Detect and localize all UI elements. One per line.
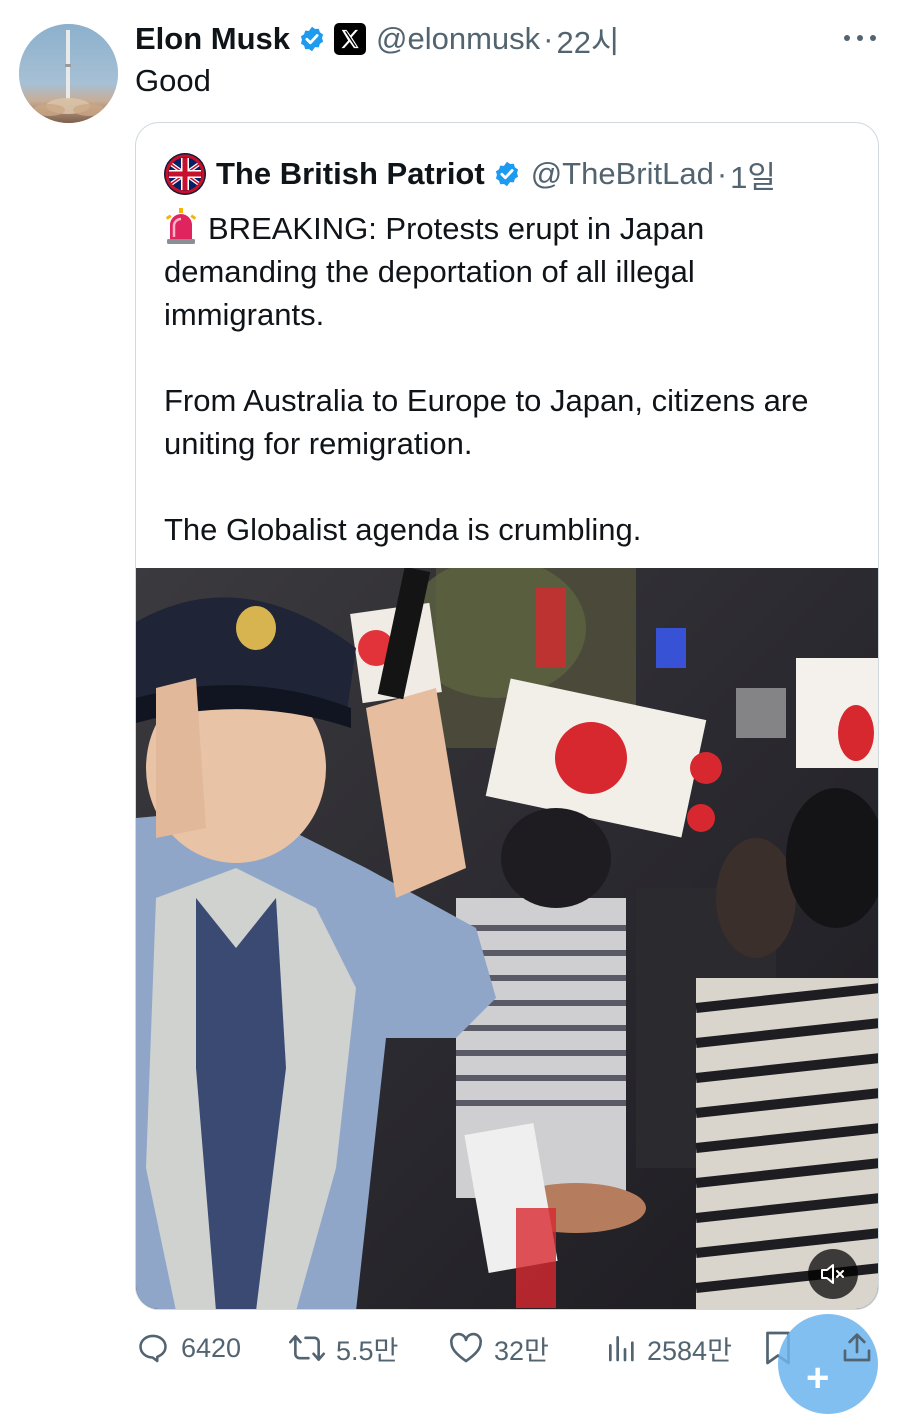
reply-icon [139,1334,167,1363]
quoted-paragraph: From Australia to Europe to Japan, citiz… [164,383,809,461]
more-dots-icon[interactable] [842,24,878,52]
verified-badge-icon [298,25,326,53]
quoted-tweet-time[interactable]: 1일 [730,152,776,197]
quoted-author-handle[interactable]: @TheBritLad [531,156,714,192]
quoted-author-avatar[interactable] [164,153,206,195]
quoted-paragraph: The Globalist agenda is crumbling. [164,512,642,547]
share-button[interactable] [842,1322,882,1374]
tweet-text: Good [135,63,211,98]
quoted-video[interactable] [136,568,878,1309]
rotating-light-icon [164,207,198,245]
heart-icon [450,1332,482,1363]
video-frame-image [136,568,878,1309]
verified-badge-icon [493,160,521,188]
views-count: 2584만 [647,1335,732,1366]
views-chart-icon [609,1336,634,1362]
tweet-header: Elon Musk @elonmusk · 22시 [135,18,620,60]
author-avatar[interactable] [19,24,118,123]
reply-count: 6420 [181,1332,242,1363]
repost-count: 5.5만 [336,1335,399,1366]
author-name[interactable]: Elon Musk [135,21,290,57]
repost-button[interactable]: 5.5만 [288,1322,398,1374]
quoted-author-name[interactable]: The British Patriot [216,156,485,192]
repost-icon [288,1335,326,1361]
rocket-launch-avatar [19,24,118,123]
tweet-actions: 6420 5.5만 32만 2584만 [135,1322,880,1374]
separator-dot: · [543,21,554,56]
share-icon [843,1333,871,1362]
tweet-time[interactable]: 22시 [557,17,620,62]
like-count: 32만 [494,1335,549,1366]
quoted-paragraph-text: BREAKING: Protests erupt in Japan demand… [164,211,705,332]
views-button[interactable]: 2584만 [605,1322,732,1374]
quoted-tweet-header: The British Patriot @TheBritLad · 1일 [164,153,776,195]
quoted-tweet[interactable]: The British Patriot @TheBritLad · 1일 BRE… [135,122,879,1310]
separator-dot: · [716,156,728,191]
like-button[interactable]: 32만 [448,1322,549,1374]
author-handle[interactable]: @elonmusk [376,21,540,57]
x-affiliation-icon [334,23,367,55]
volume-muted-icon[interactable] [808,1249,858,1299]
quoted-paragraph: BREAKING: Protests erupt in Japan demand… [164,207,854,336]
reply-button[interactable]: 6420 [135,1322,241,1374]
quoted-tweet-text: BREAKING: Protests erupt in Japan demand… [164,207,854,551]
